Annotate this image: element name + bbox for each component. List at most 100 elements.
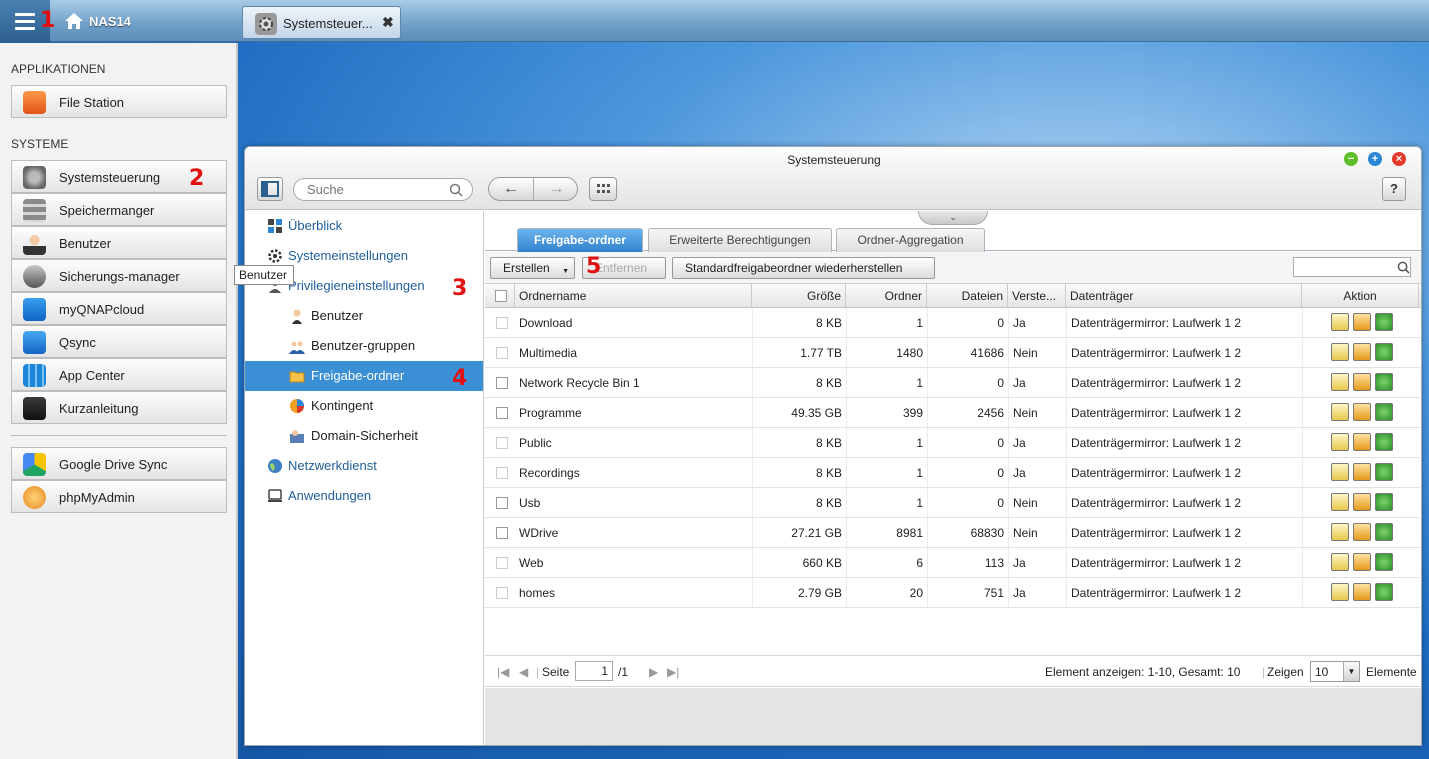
permissions-icon[interactable] <box>1353 343 1371 361</box>
toggle-sidebar-button[interactable] <box>257 177 283 201</box>
edit-properties-icon[interactable] <box>1331 433 1349 451</box>
edit-properties-icon[interactable] <box>1331 493 1349 511</box>
back-button[interactable]: ← <box>489 178 534 200</box>
sidebar-item-qsync[interactable]: Qsync <box>11 325 227 358</box>
tab-ordner-aggregation[interactable]: Ordner-Aggregation <box>836 228 985 252</box>
refresh-icon[interactable] <box>1375 463 1393 481</box>
row-checkbox[interactable] <box>496 407 508 419</box>
table-row[interactable]: Download 8 KB 1 0 Ja Datenträgermirror: Laufw… <box>485 308 1420 338</box>
table-row[interactable]: Web 660 KB 6 113 Ja Datenträgermirror: Laufwe… <box>485 548 1420 578</box>
prev-page-icon[interactable]: ◀ <box>519 665 528 679</box>
create-dropdown-button[interactable]: Erstellen ▼ <box>490 257 575 279</box>
table-row[interactable]: Usb 8 KB 1 0 Nein Datenträgermirror: Laufwerk… <box>485 488 1420 518</box>
select-all-checkbox[interactable] <box>495 290 507 302</box>
col-versteckt[interactable]: Verste... <box>1008 284 1066 308</box>
row-checkbox[interactable] <box>496 587 508 599</box>
edit-properties-icon[interactable] <box>1331 553 1349 571</box>
sidebar-item-phpmyadmin[interactable]: phpMyAdmin <box>11 480 227 513</box>
refresh-icon[interactable] <box>1375 403 1393 421</box>
search-icon[interactable] <box>1397 261 1410 274</box>
refresh-icon[interactable] <box>1375 493 1393 511</box>
table-row[interactable]: Public 8 KB 1 0 Ja Datenträgermirror: Laufwer… <box>485 428 1420 458</box>
sidebar-item-myqnapcloud[interactable]: myQNAPcloud <box>11 292 227 325</box>
close-icon[interactable]: × <box>1392 152 1406 166</box>
search-input[interactable] <box>293 178 473 201</box>
nav-benutzer-gruppen[interactable]: Benutzer-gruppen <box>245 331 483 361</box>
sidebar-item-speichermanger[interactable]: Speichermanger <box>11 193 227 226</box>
col-datentraeger[interactable]: Datenträger <box>1066 284 1302 308</box>
edit-properties-icon[interactable] <box>1331 313 1349 331</box>
table-row[interactable]: Multimedia 1.77 TB 1480 41686 Nein Datenträge… <box>485 338 1420 368</box>
sidebar-item-app-center[interactable]: App Center <box>11 358 227 391</box>
page-input[interactable]: 1 <box>575 661 613 681</box>
tab-close-icon[interactable]: ✖ <box>382 14 394 31</box>
nav-benutzer[interactable]: Benutzer <box>245 301 483 331</box>
table-row[interactable]: Recordings 8 KB 1 0 Ja Datenträgermirror: Lau… <box>485 458 1420 488</box>
nav-ueberblick[interactable]: Überblick <box>245 211 483 241</box>
row-checkbox[interactable] <box>496 347 508 359</box>
row-checkbox[interactable] <box>496 317 508 329</box>
last-page-icon[interactable]: ▶| <box>667 665 679 679</box>
edit-properties-icon[interactable] <box>1331 343 1349 361</box>
permissions-icon[interactable] <box>1353 493 1371 511</box>
col-ordnername[interactable]: Ordnername <box>515 284 752 308</box>
maximize-icon[interactable]: + <box>1368 152 1382 166</box>
row-checkbox[interactable] <box>496 557 508 569</box>
sidebar-item-google-drive-sync[interactable]: Google Drive Sync <box>11 447 227 480</box>
edit-properties-icon[interactable] <box>1331 463 1349 481</box>
sidebar-item-kurzanleitung[interactable]: Kurzanleitung <box>11 391 227 424</box>
help-button[interactable]: ? <box>1382 177 1406 201</box>
search-icon[interactable] <box>449 183 463 197</box>
row-checkbox[interactable] <box>496 467 508 479</box>
refresh-icon[interactable] <box>1375 523 1393 541</box>
nav-kontingent[interactable]: Kontingent <box>245 391 483 421</box>
permissions-icon[interactable] <box>1353 313 1371 331</box>
sidebar-item-benutzer[interactable]: Benutzer <box>11 226 227 259</box>
filter-input[interactable] <box>1293 257 1411 277</box>
permissions-icon[interactable] <box>1353 403 1371 421</box>
tab-freigabe-ordner[interactable]: Freigabe-ordner <box>517 228 643 252</box>
nas-name[interactable]: NAS14 <box>89 14 131 29</box>
permissions-icon[interactable] <box>1353 463 1371 481</box>
col-dateien[interactable]: Dateien <box>927 284 1008 308</box>
collapse-chevron-icon[interactable]: ⌄ <box>918 211 988 225</box>
refresh-icon[interactable] <box>1375 373 1393 391</box>
edit-properties-icon[interactable] <box>1331 403 1349 421</box>
refresh-icon[interactable] <box>1375 553 1393 571</box>
col-ordner[interactable]: Ordner <box>846 284 927 308</box>
permissions-icon[interactable] <box>1353 373 1371 391</box>
row-checkbox[interactable] <box>496 497 508 509</box>
nav-freigabe-ordner[interactable]: Freigabe-ordner <box>245 361 483 391</box>
tab-erweiterte-berechtigungen[interactable]: Erweiterte Berechtigungen <box>648 228 832 252</box>
nav-netzwerkdienst[interactable]: Netzwerkdienst <box>245 451 483 481</box>
nav-domain-sicherheit[interactable]: Domain-Sicherheit <box>245 421 483 451</box>
sidebar-item-sicherungs-manager[interactable]: Sicherungs-manager <box>11 259 227 292</box>
first-page-icon[interactable]: |◀ <box>497 665 509 679</box>
refresh-icon[interactable] <box>1375 433 1393 451</box>
tab-systemsteuerung[interactable]: Systemsteuer... ✖ <box>242 6 401 39</box>
table-row[interactable]: WDrive 27.21 GB 8981 68830 Nein Datenträgermi… <box>485 518 1420 548</box>
row-checkbox[interactable] <box>496 527 508 539</box>
home-icon[interactable] <box>64 12 84 30</box>
minimize-icon[interactable]: − <box>1344 152 1358 166</box>
apps-grid-button[interactable] <box>589 177 617 201</box>
table-row[interactable]: homes 2.79 GB 20 751 Ja Datenträgermirror: La… <box>485 578 1420 608</box>
window-titlebar[interactable]: Systemsteuerung − + × ← → ? <box>245 147 1421 210</box>
permissions-icon[interactable] <box>1353 523 1371 541</box>
row-checkbox[interactable] <box>496 377 508 389</box>
refresh-icon[interactable] <box>1375 313 1393 331</box>
nav-anwendungen[interactable]: Anwendungen <box>245 481 483 511</box>
next-page-icon[interactable]: ▶ <box>649 665 658 679</box>
sidebar-app-file-station[interactable]: File Station <box>11 85 227 118</box>
table-row[interactable]: Programme 49.35 GB 399 2456 Nein Datenträgerm… <box>485 398 1420 428</box>
forward-button[interactable]: → <box>534 178 577 200</box>
permissions-icon[interactable] <box>1353 553 1371 571</box>
permissions-icon[interactable] <box>1353 583 1371 601</box>
row-checkbox[interactable] <box>496 437 508 449</box>
edit-properties-icon[interactable] <box>1331 583 1349 601</box>
refresh-icon[interactable] <box>1375 583 1393 601</box>
edit-properties-icon[interactable] <box>1331 373 1349 391</box>
col-groesse[interactable]: Größe <box>752 284 846 308</box>
edit-properties-icon[interactable] <box>1331 523 1349 541</box>
refresh-icon[interactable] <box>1375 343 1393 361</box>
